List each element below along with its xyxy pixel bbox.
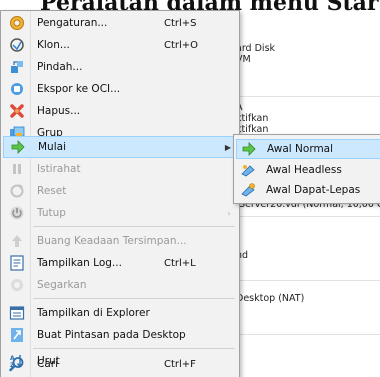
start-submenu: Awal Normal Awal Headless Awal Dapat-Lep… (233, 134, 380, 204)
menu-item-close[interactable]: Tutup › (3, 202, 236, 224)
menu-item-label: Buat Pintasan pada Desktop (37, 329, 186, 341)
start-headless-icon (240, 162, 256, 178)
details-text: ktifkan (236, 113, 269, 124)
details-divider (232, 216, 380, 217)
menu-item-label: Pengaturan... (37, 17, 108, 29)
menu-item-label: Segarkan (37, 279, 87, 291)
menu-item-reset[interactable]: Reset (3, 180, 236, 202)
menu-item-label: Reset (37, 185, 67, 197)
menu-item-label: Hapus... (37, 105, 81, 117)
menu-item-shortcut: Ctrl+L (164, 257, 196, 269)
menu-item-settings[interactable]: Pengaturan... Ctrl+S (3, 12, 236, 34)
shortcut-icon (9, 327, 25, 343)
submenu-arrow-icon: › (227, 208, 231, 218)
menu-item-label: Tampilkan di Explorer (37, 307, 150, 319)
start-normal-icon (241, 141, 257, 157)
submenu-item-headless-start[interactable]: Awal Headless (236, 160, 380, 180)
menu-item-shortcut: Ctrl+F (164, 358, 196, 370)
menu-item-start[interactable]: Mulai ▶ (3, 136, 236, 158)
menu-separator (33, 226, 235, 227)
submenu-item-label: Awal Headless (266, 164, 342, 176)
menu-item-label: Tampilkan Log... (37, 257, 122, 269)
screenshot-root: Peralatan dalam menu Start ard Disk VM A… (0, 0, 380, 377)
submenu-item-label: Awal Dapat-Lepas (266, 184, 361, 196)
menu-item-create-desktop-shortcut[interactable]: Buat Pintasan pada Desktop (3, 324, 236, 346)
menu-item-move[interactable]: Pindah... (3, 56, 236, 78)
menu-item-search[interactable]: Cari Ctrl+F (3, 353, 236, 375)
details-text: ard Disk (236, 43, 276, 54)
menu-item-pause[interactable]: Istirahat (3, 158, 236, 180)
details-divider (232, 334, 380, 335)
menu-item-label: Cari (37, 358, 58, 370)
power-icon (9, 205, 25, 221)
submenu-item-detachable-start[interactable]: Awal Dapat-Lepas (236, 180, 380, 200)
gear-icon (9, 15, 25, 31)
delete-icon (9, 103, 25, 119)
menu-item-shortcut: Ctrl+O (164, 39, 199, 51)
menu-item-show-log[interactable]: Tampilkan Log... Ctrl+L (3, 252, 236, 274)
menu-item-refresh[interactable]: Segarkan (3, 274, 236, 296)
move-icon (9, 59, 25, 75)
explorer-icon (9, 305, 25, 321)
reset-icon (9, 183, 25, 199)
menu-item-export-oci[interactable]: Ekspor ke OCI... (3, 78, 236, 100)
menu-item-label: Klon... (37, 39, 70, 51)
details-divider (232, 280, 380, 281)
menu-separator (33, 348, 235, 349)
export-icon (9, 81, 25, 97)
clone-icon (9, 37, 25, 53)
menu-item-clone[interactable]: Klon... Ctrl+O (3, 34, 236, 56)
pause-icon (9, 161, 25, 177)
menu-item-show-in-explorer[interactable]: Tampilkan di Explorer (3, 302, 236, 324)
start-detachable-icon (240, 182, 256, 198)
menu-item-label: Istirahat (37, 163, 81, 175)
submenu-item-label: Awal Normal (267, 143, 334, 155)
menu-item-shortcut: Ctrl+S (164, 17, 197, 29)
details-divider (232, 96, 380, 97)
vm-context-menu: Pengaturan... Ctrl+S Klon... Ctrl+O Pind… (0, 10, 240, 377)
start-arrow-icon (10, 139, 26, 155)
menu-item-label: Ekspor ke OCI... (37, 83, 121, 95)
menu-item-label: Pindah... (37, 61, 83, 73)
refresh-icon (9, 277, 25, 293)
discard-state-icon (9, 233, 25, 249)
menu-item-label: Mulai (38, 141, 66, 153)
log-icon (9, 255, 25, 271)
menu-separator (33, 298, 235, 299)
submenu-item-normal-start[interactable]: Awal Normal (236, 139, 380, 159)
details-text: Desktop (NAT) (236, 293, 305, 304)
menu-item-label: Buang Keadaan Tersimpan... (37, 235, 187, 247)
menu-item-delete[interactable]: Hapus... (3, 100, 236, 122)
search-icon (9, 356, 25, 372)
menu-item-discard-saved-state[interactable]: Buang Keadaan Tersimpan... (3, 230, 236, 252)
menu-item-label: Tutup (37, 207, 66, 219)
